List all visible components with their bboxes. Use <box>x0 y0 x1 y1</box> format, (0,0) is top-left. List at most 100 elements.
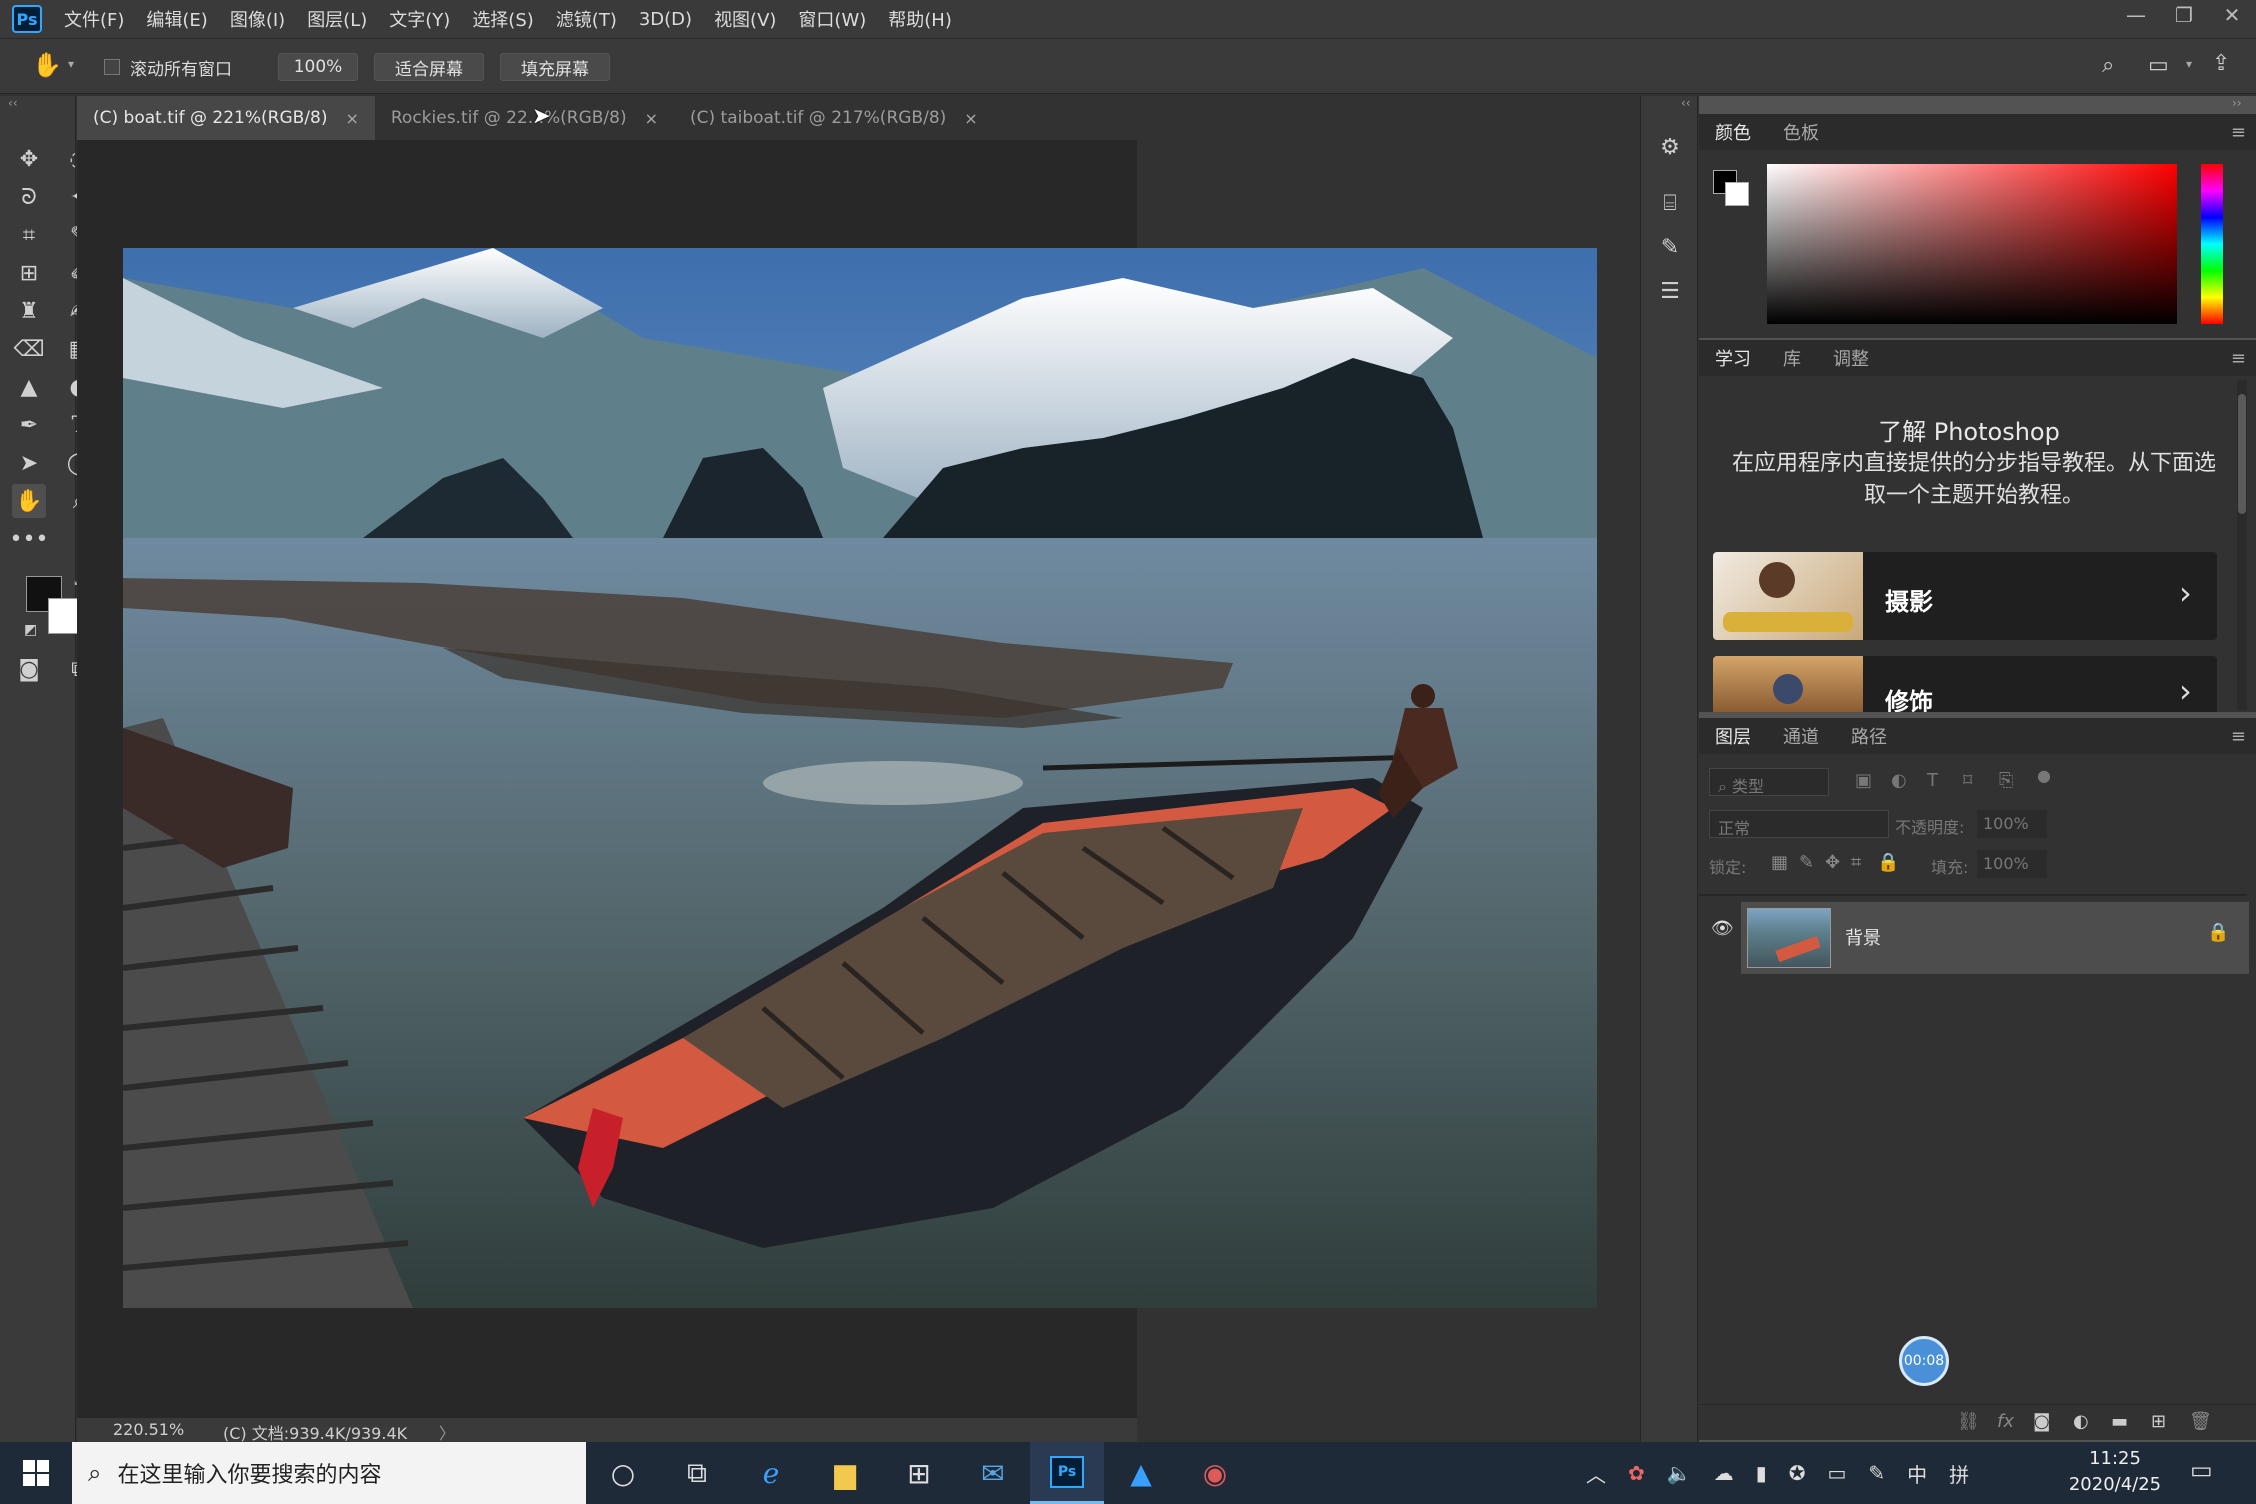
lock-artboard-icon[interactable]: ⌗ <box>1851 852 1861 873</box>
layer-name[interactable]: 背景 <box>1845 924 1881 950</box>
recording-timer[interactable]: 00:08 <box>1899 1336 1949 1386</box>
lock-pixels-icon[interactable]: ✎ <box>1799 852 1814 873</box>
pen-tool-icon[interactable]: ✒ <box>12 408 46 442</box>
app-icon[interactable]: ▲ <box>1104 1442 1178 1504</box>
close-tab-icon[interactable]: × <box>964 109 977 128</box>
menu-layer[interactable]: 图层(L) <box>307 6 367 32</box>
tab-layers[interactable]: 图层 <box>1699 723 1767 749</box>
bg-swatch[interactable] <box>1725 182 1749 206</box>
link-icon[interactable]: ⛓ <box>1957 1411 1980 1432</box>
restore-icon[interactable]: ❐ <box>2160 0 2208 30</box>
shape-filter-icon[interactable]: ⌑ <box>1963 770 1972 791</box>
learn-scrollbar[interactable] <box>2237 380 2247 710</box>
usb-icon[interactable]: ▮ <box>1756 1461 1767 1485</box>
tab-libraries[interactable]: 库 <box>1767 345 1817 371</box>
menu-edit[interactable]: 编辑(E) <box>146 6 207 32</box>
blend-mode-select[interactable]: 正常 <box>1709 810 1889 838</box>
scroll-all-checkbox[interactable] <box>104 59 120 75</box>
crop-tool-icon[interactable]: ⌗ <box>12 218 46 252</box>
file-explorer-icon[interactable]: ▆ <box>808 1442 882 1504</box>
tab-boat[interactable]: (C) boat.tif @ 221%(RGB/8) × <box>77 96 375 140</box>
canvas-image[interactable] <box>123 248 1597 1308</box>
cloud-icon[interactable]: ☁ <box>1714 1461 1734 1485</box>
lasso-tool-icon[interactable]: ᘐ <box>12 180 46 214</box>
learn-card-retouch[interactable]: 修饰 › <box>1713 656 2217 712</box>
blur-tool-icon[interactable]: ▲ <box>12 370 46 404</box>
new-layer-icon[interactable]: ⊞ <box>2151 1411 2166 1432</box>
fill-field[interactable]: 100% <box>1977 850 2047 878</box>
menu-select[interactable]: 选择(S) <box>472 6 533 32</box>
close-tab-icon[interactable]: × <box>645 109 658 128</box>
windows-start-icon[interactable] <box>0 1442 72 1504</box>
adjustment-filter-icon[interactable]: ◐ <box>1891 770 1907 791</box>
properties-panel-icon[interactable]: ☰ <box>1655 276 1685 306</box>
store-icon[interactable]: ⊞ <box>882 1442 956 1504</box>
lock-transparent-icon[interactable]: ▦ <box>1771 852 1788 873</box>
qq-icon[interactable]: ✪ <box>1789 1461 1806 1485</box>
menu-file[interactable]: 文件(F) <box>64 6 124 32</box>
menu-filter[interactable]: 滤镜(T) <box>556 6 617 32</box>
mask-icon[interactable]: ◙ <box>2033 1411 2050 1432</box>
menu-3d[interactable]: 3D(D) <box>639 9 692 30</box>
cortana-icon[interactable]: ○ <box>586 1442 660 1504</box>
tab-learn[interactable]: 学习 <box>1699 345 1767 371</box>
edge-browser-icon[interactable]: ℯ <box>734 1442 808 1504</box>
learn-card-photography[interactable]: 摄影 › <box>1713 552 2217 640</box>
mail-icon[interactable]: ✉ <box>956 1442 1030 1504</box>
tab-rockies[interactable]: Rockies.tif @ 22...%(RGB/8) × <box>374 96 674 140</box>
tray-chevron-icon[interactable]: ︿ <box>1586 1459 1606 1488</box>
learn-panel-icon[interactable]: ⚙ <box>1655 132 1685 162</box>
menu-type[interactable]: 文字(Y) <box>389 6 450 32</box>
move-tool-icon[interactable]: ✥ <box>12 142 46 176</box>
history-panel-icon[interactable]: ⌸ <box>1655 188 1685 218</box>
notification-icon[interactable]: ▭ <box>2190 1456 2213 1484</box>
tab-paths[interactable]: 路径 <box>1835 723 1903 749</box>
tab-channels[interactable]: 通道 <box>1767 723 1835 749</box>
share-icon[interactable]: ⇪ <box>2212 51 2230 76</box>
layer-row[interactable]: 背景 🔒 <box>1741 902 2249 974</box>
menu-image[interactable]: 图像(I) <box>230 6 285 32</box>
path-select-icon[interactable]: ➤ <box>12 446 46 480</box>
healing-brush-icon[interactable]: ⊞ <box>12 256 46 290</box>
zoom-readout[interactable]: 220.51% <box>113 1420 184 1439</box>
task-view-icon[interactable]: ⧉ <box>660 1442 734 1504</box>
menu-help[interactable]: 帮助(H) <box>888 6 952 32</box>
panel-menu-icon[interactable]: ≡ <box>2231 348 2246 369</box>
hand-tool-icon[interactable]: ✋ <box>12 484 46 518</box>
tab-color[interactable]: 颜色 <box>1699 119 1767 145</box>
opacity-field[interactable]: 100% <box>1977 810 2047 838</box>
default-colors-icon[interactable]: ◩ <box>24 622 37 638</box>
pixel-filter-icon[interactable]: ▣ <box>1855 770 1872 791</box>
layer-filter-select[interactable]: ⌕ 类型 <box>1709 768 1829 796</box>
folder-icon[interactable]: ▬ <box>2111 1411 2128 1432</box>
lock-position-icon[interactable]: ✥ <box>1825 852 1840 873</box>
collapse-dock-icon[interactable]: ‹‹ <box>1681 96 1691 110</box>
stamp-tool-icon[interactable]: ♜ <box>12 294 46 328</box>
expand-panels-icon[interactable]: ›› <box>2232 96 2242 110</box>
hue-slider[interactable] <box>2201 164 2223 324</box>
visibility-eye-icon[interactable]: 👁 <box>1711 918 1734 939</box>
panel-menu-icon[interactable]: ≡ <box>2231 726 2246 747</box>
close-icon[interactable]: ✕ <box>2208 0 2256 30</box>
photoshop-taskbar-icon[interactable]: Ps <box>1030 1442 1104 1504</box>
pen-icon[interactable]: ✎ <box>1868 1461 1885 1485</box>
filter-toggle-icon[interactable]: ● <box>2037 766 2051 785</box>
eraser-tool-icon[interactable]: ⌫ <box>12 332 46 366</box>
adjustment-icon[interactable]: ◐ <box>2073 1411 2089 1432</box>
close-tab-icon[interactable]: × <box>345 109 358 128</box>
quick-mask-icon[interactable]: ◙ <box>12 652 46 686</box>
workspace-chevron-icon[interactable]: ▾ <box>2186 57 2192 71</box>
workspace-icon[interactable]: ▭ <box>2148 53 2169 78</box>
battery-icon[interactable]: ▭ <box>1827 1461 1846 1485</box>
ime-indicator[interactable]: 中 <box>1907 1459 1927 1488</box>
collapse-toolbar-icon[interactable]: ‹‹ <box>8 96 18 110</box>
ime-mode-indicator[interactable]: 拼 <box>1949 1459 1969 1488</box>
search-icon[interactable]: ⌕ <box>2102 53 2114 78</box>
trash-icon[interactable]: 🗑 <box>2189 1411 2212 1432</box>
fit-screen-button[interactable]: 适合屏幕 <box>374 53 484 81</box>
hand-tool-icon[interactable]: ✋ <box>32 51 62 79</box>
clock[interactable]: 11:25 2020/4/25 <box>2060 1446 2170 1498</box>
lock-all-icon[interactable]: 🔒 <box>1877 852 1899 873</box>
scrollbar-thumb[interactable] <box>2238 394 2246 514</box>
menu-view[interactable]: 视图(V) <box>714 6 776 32</box>
